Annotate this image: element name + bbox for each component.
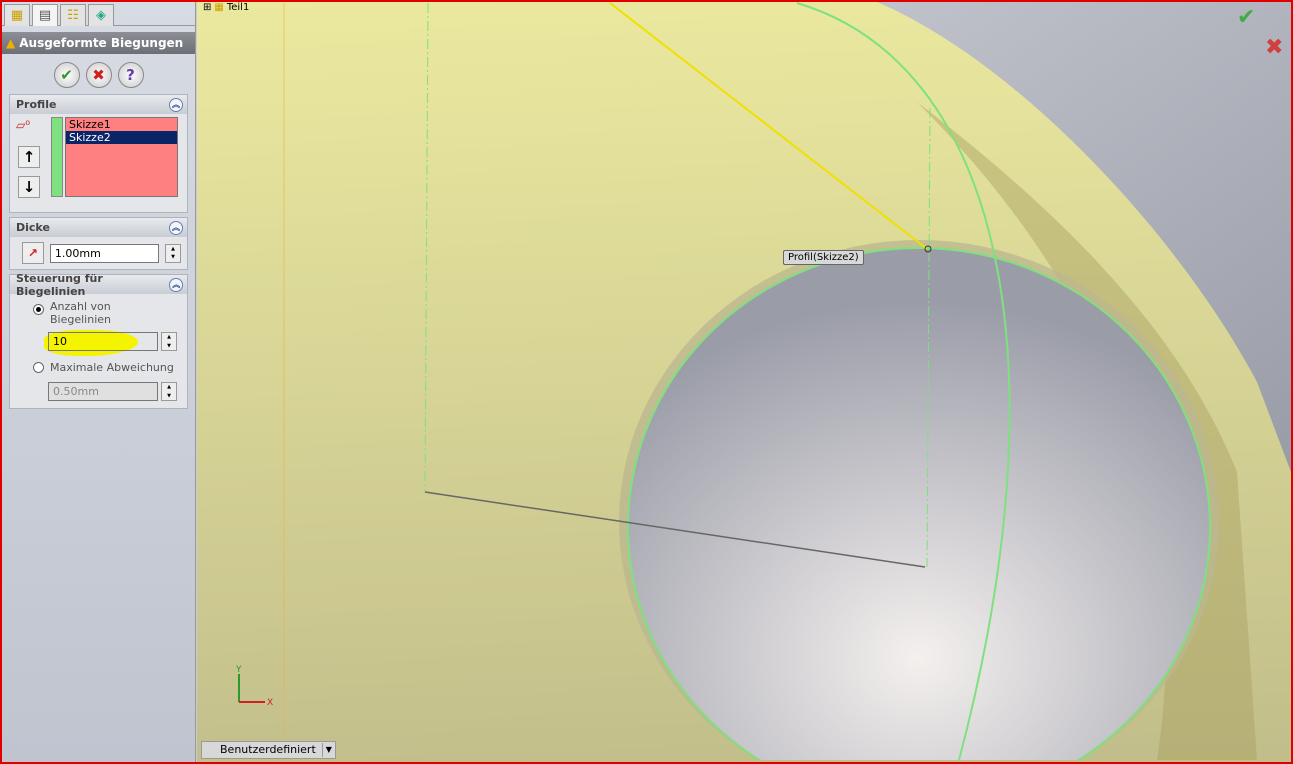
axis-y-label: Y — [235, 665, 242, 675]
tab-property-manager[interactable]: ▤ — [32, 4, 58, 26]
profile-color-bar — [51, 117, 63, 197]
feature-title-text: Ausgeformte Biegungen — [19, 36, 184, 50]
manager-tabs: ▦ ▤ ☷ ◈ — [2, 2, 195, 26]
expand-icon[interactable]: ⊞ — [203, 2, 211, 13]
abweichung-label: Maximale Abweichung — [50, 361, 174, 374]
tab-display-manager[interactable]: ◈ — [88, 4, 114, 26]
confirm-corner-ok-icon[interactable]: ✔ — [1237, 5, 1255, 30]
thickness-spinner[interactable]: ▲ ▼ — [165, 243, 182, 263]
bend-count-spinner[interactable]: ▲ ▼ — [161, 332, 177, 351]
steuerung-group: Steuerung für Biegelinien ︽ Anzahl von Bie… — [9, 272, 188, 409]
dicke-group: Dicke ︽ ↗ 1.00mm ▲ ▼ — [9, 217, 188, 270]
feature-tree-flyout[interactable]: ⊞ ▦ Teil1 — [203, 2, 249, 13]
model-graphics: Y X ✔ ✖ — [197, 2, 1291, 762]
collapse-icon[interactable]: ︽ — [169, 220, 183, 235]
list-item-selected[interactable]: Skizze2 — [66, 131, 177, 144]
radio-abweichung[interactable] — [33, 362, 44, 373]
view-mode-dropdown[interactable]: Benutzerdefiniert ▼ — [201, 741, 336, 759]
view-mode-label: Benutzerdefiniert — [220, 743, 316, 756]
thickness-value: 1.00mm — [54, 246, 101, 260]
feature-title: ▲ Ausgeformte Biegungen — [2, 32, 195, 54]
display-icon: ◈ — [96, 8, 106, 23]
property-icon: ▤ — [38, 8, 52, 23]
ok-button[interactable]: ✔ — [53, 62, 80, 88]
deviation-input[interactable]: 0.50mm — [48, 382, 158, 401]
profile-sketch-icon: ▱⁰ — [16, 118, 31, 132]
collapse-icon[interactable]: ︽ — [169, 277, 183, 292]
thickness-input[interactable]: 1.00mm — [49, 243, 160, 263]
collapse-icon[interactable]: ︽ — [169, 97, 183, 112]
deviation-value: 0.50mm — [53, 385, 99, 398]
profile-group: Profile ︽ ▱⁰ ↑ ↓ Skizze1 Skizze2 — [9, 94, 188, 213]
deviation-spinner[interactable]: ▲ ▼ — [161, 382, 177, 401]
part-icon: ▦ — [214, 2, 224, 13]
profile-list[interactable]: Skizze1 Skizze2 — [65, 117, 178, 197]
reverse-direction-button[interactable]: ↗ — [22, 242, 44, 264]
anzahl-label: Anzahl von — [50, 300, 111, 313]
dicke-header: Dicke — [16, 221, 50, 234]
bend-count-input[interactable]: 10 — [48, 332, 158, 351]
radio-anzahl[interactable] — [33, 304, 44, 315]
profile-header: Profile — [16, 98, 57, 111]
chevron-down-icon[interactable]: ▼ — [321, 743, 335, 757]
bend-count-value: 10 — [53, 335, 67, 348]
cancel-button[interactable]: ✖ — [85, 62, 112, 88]
tab-configuration-manager[interactable]: ☷ — [60, 4, 86, 26]
move-down-button[interactable]: ↓ — [18, 176, 40, 198]
lofted-bend-icon: ▲ — [6, 36, 16, 50]
part-icon: ▦ — [10, 8, 24, 23]
anzahl-label-2: Biegelinien — [50, 313, 111, 326]
property-manager: ▦ ▤ ☷ ◈ ▲ Ausgeformte Biegungen ✔ ✖ ? Pro… — [2, 2, 196, 762]
graphics-viewport[interactable]: Y X ✔ ✖ ⊞ ▦ Teil1 Profil(Skizze2) Benutzer… — [197, 2, 1291, 762]
axis-x-label: X — [267, 698, 273, 708]
tree-item-teil1[interactable]: Teil1 — [227, 2, 249, 13]
help-button[interactable]: ? — [117, 62, 144, 88]
configuration-icon: ☷ — [67, 8, 79, 23]
profile-callout[interactable]: Profil(Skizze2) — [783, 250, 864, 265]
confirm-corner-cancel-icon[interactable]: ✖ — [1265, 35, 1283, 60]
move-up-button[interactable]: ↑ — [18, 146, 40, 168]
list-item[interactable]: Skizze1 — [66, 118, 177, 131]
tab-feature-manager[interactable]: ▦ — [4, 4, 30, 26]
